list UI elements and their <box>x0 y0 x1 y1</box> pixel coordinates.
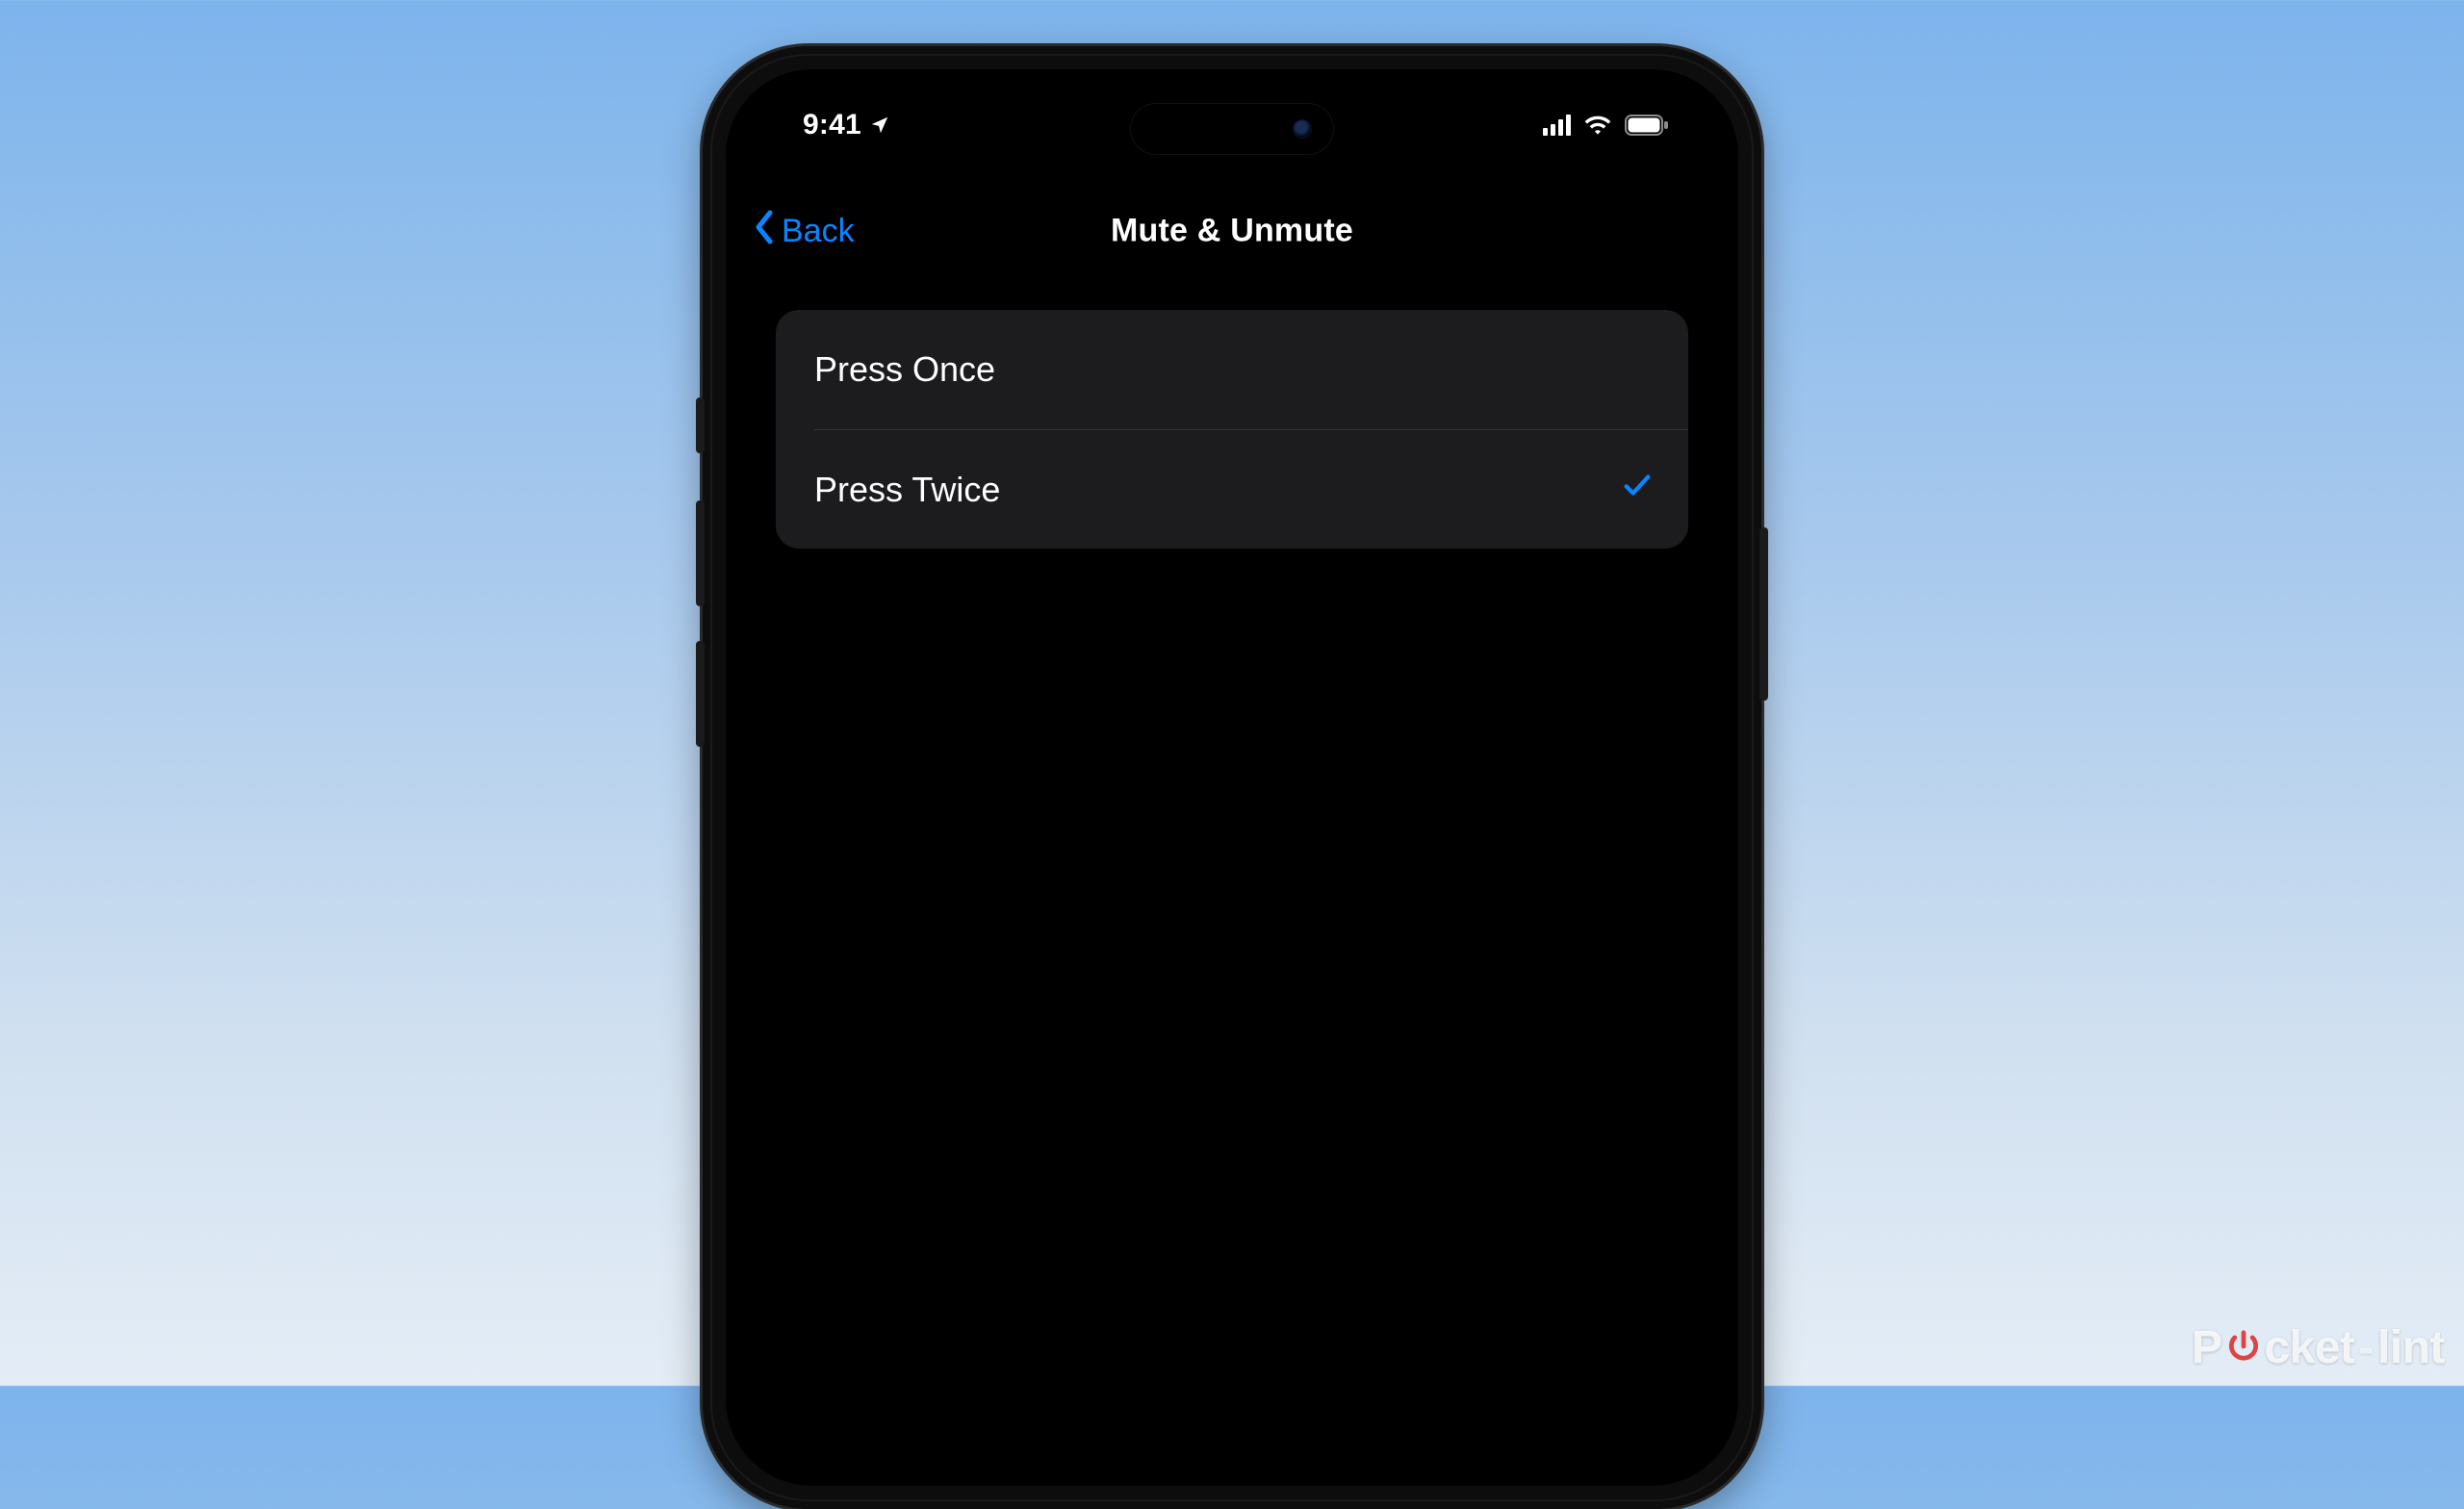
watermark-suffix: lint <box>2377 1321 2445 1374</box>
status-right <box>1543 115 1669 136</box>
side-button-power <box>1759 527 1768 701</box>
location-icon <box>869 115 890 136</box>
screen: 9:41 <box>726 69 1738 1486</box>
options-group: Press Once Press Twice <box>776 310 1688 549</box>
checkmark-icon <box>1621 469 1654 510</box>
cellular-signal-icon <box>1543 115 1571 136</box>
wifi-icon <box>1584 115 1611 136</box>
watermark-dash: - <box>2359 1321 2374 1374</box>
status-time: 9:41 <box>803 109 861 141</box>
option-press-twice[interactable]: Press Twice <box>814 429 1688 549</box>
front-camera-icon <box>1293 119 1312 139</box>
nav-bar: Back Mute & Unmute <box>726 192 1738 269</box>
option-label: Press Once <box>814 349 995 390</box>
back-label: Back <box>782 213 855 250</box>
watermark: P cket - lint <box>2192 1321 2445 1374</box>
chevron-left-icon <box>753 210 776 253</box>
side-button-silence-switch <box>696 397 705 453</box>
watermark-mid: cket <box>2264 1321 2354 1374</box>
side-button-volume-down <box>696 641 705 747</box>
dynamic-island <box>1131 104 1333 154</box>
battery-icon <box>1625 115 1669 136</box>
option-press-once[interactable]: Press Once <box>776 310 1688 429</box>
watermark-prefix: P <box>2192 1321 2222 1374</box>
option-label: Press Twice <box>814 470 1000 510</box>
status-left: 9:41 <box>803 109 890 141</box>
power-icon <box>2225 1323 2262 1376</box>
side-button-volume-up <box>696 500 705 606</box>
back-button[interactable]: Back <box>753 210 855 253</box>
page-title: Mute & Unmute <box>1111 213 1353 250</box>
phone-frame: 9:41 <box>703 46 1761 1509</box>
